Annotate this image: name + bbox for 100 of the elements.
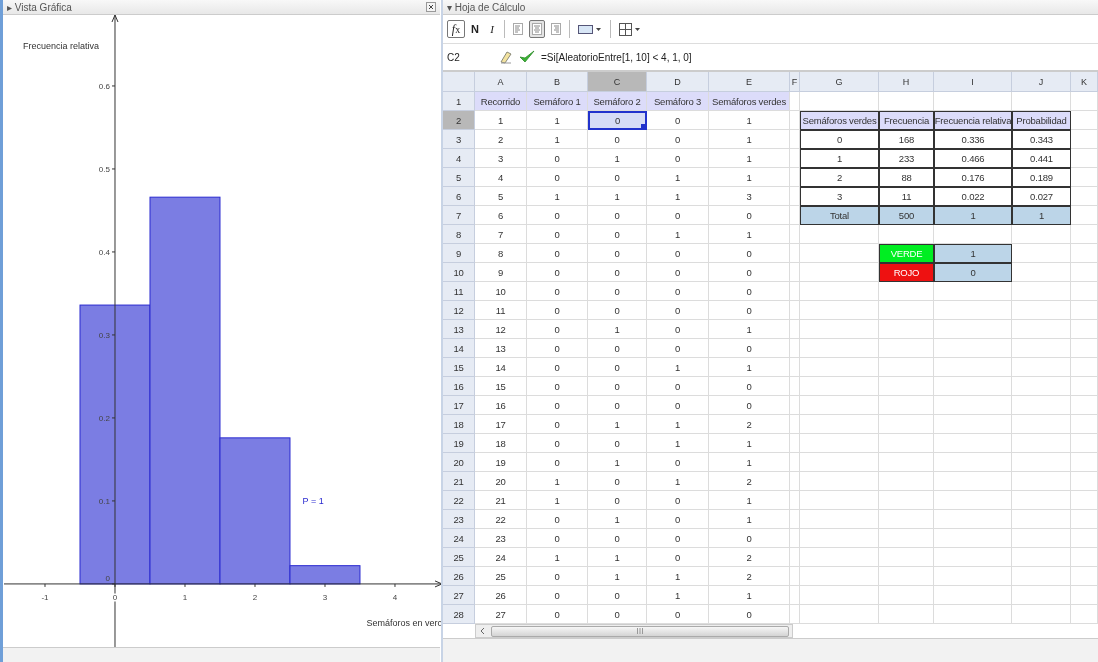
table-cell[interactable]: 0: [709, 377, 790, 396]
eraser-icon[interactable]: [499, 50, 513, 64]
column-header[interactable]: F: [790, 72, 800, 92]
table-cell[interactable]: 1: [800, 149, 879, 168]
table-cell[interactable]: 0.343: [1012, 130, 1071, 149]
row-header[interactable]: 19: [443, 434, 475, 453]
column-header[interactable]: C: [588, 72, 647, 92]
table-cell[interactable]: 0: [588, 529, 647, 548]
empty-cell[interactable]: [934, 434, 1012, 453]
empty-cell[interactable]: [1012, 472, 1071, 491]
table-cell[interactable]: 0: [527, 244, 588, 263]
table-cell[interactable]: 0: [527, 396, 588, 415]
row-header[interactable]: 8: [443, 225, 475, 244]
table-cell[interactable]: 0: [647, 491, 709, 510]
empty-cell[interactable]: [1012, 225, 1071, 244]
table-cell[interactable]: 10: [475, 282, 527, 301]
table-cell[interactable]: 0: [588, 358, 647, 377]
table-cell[interactable]: 0.441: [1012, 149, 1071, 168]
row-header[interactable]: 4: [443, 149, 475, 168]
table-cell[interactable]: 1: [647, 168, 709, 187]
table-cell[interactable]: 3: [709, 187, 790, 206]
empty-cell[interactable]: [934, 586, 1012, 605]
table-cell[interactable]: 1: [709, 225, 790, 244]
table-cell[interactable]: 1: [588, 548, 647, 567]
table-cell[interactable]: 0: [527, 377, 588, 396]
row-header[interactable]: 24: [443, 529, 475, 548]
table-cell[interactable]: 0.027: [1012, 187, 1071, 206]
empty-cell[interactable]: [1071, 377, 1098, 396]
table-cell[interactable]: 0: [588, 168, 647, 187]
empty-cell[interactable]: [800, 301, 879, 320]
empty-cell[interactable]: [790, 339, 800, 358]
table-cell[interactable]: 1: [647, 225, 709, 244]
empty-cell[interactable]: [800, 415, 879, 434]
table-cell[interactable]: 0.466: [934, 149, 1012, 168]
table-cell[interactable]: 1: [709, 434, 790, 453]
empty-cell[interactable]: [934, 567, 1012, 586]
empty-cell[interactable]: [790, 187, 800, 206]
row-header[interactable]: 23: [443, 510, 475, 529]
empty-cell[interactable]: [934, 415, 1012, 434]
table-cell[interactable]: 0: [647, 339, 709, 358]
column-header[interactable]: E: [709, 72, 790, 92]
empty-cell[interactable]: [1071, 358, 1098, 377]
table-cell[interactable]: 18: [475, 434, 527, 453]
row-header[interactable]: 13: [443, 320, 475, 339]
empty-cell[interactable]: [1071, 453, 1098, 472]
fill-handle[interactable]: [641, 124, 646, 129]
empty-cell[interactable]: [934, 301, 1012, 320]
table-cell[interactable]: 1: [527, 187, 588, 206]
table-cell[interactable]: 0: [588, 130, 647, 149]
table-cell[interactable]: Total: [800, 206, 879, 225]
table-cell[interactable]: 3: [800, 187, 879, 206]
empty-cell[interactable]: [1071, 187, 1098, 206]
table-cell[interactable]: 26: [475, 586, 527, 605]
row-header[interactable]: 22: [443, 491, 475, 510]
table-cell[interactable]: 1: [588, 149, 647, 168]
row-header[interactable]: 20: [443, 453, 475, 472]
table-cell[interactable]: 0: [527, 453, 588, 472]
table-cell[interactable]: 1: [527, 491, 588, 510]
table-cell[interactable]: 0: [709, 263, 790, 282]
table-cell[interactable]: 0: [647, 301, 709, 320]
table-cell[interactable]: 14: [475, 358, 527, 377]
empty-cell[interactable]: [800, 491, 879, 510]
table-cell[interactable]: 1: [527, 472, 588, 491]
table-cell[interactable]: 0: [709, 529, 790, 548]
align-center-button[interactable]: [529, 20, 545, 38]
table-cell[interactable]: 3: [475, 149, 527, 168]
empty-cell[interactable]: [879, 586, 934, 605]
empty-cell[interactable]: [1012, 415, 1071, 434]
table-cell[interactable]: 0: [647, 206, 709, 225]
row-header[interactable]: 26: [443, 567, 475, 586]
table-cell[interactable]: 1: [588, 453, 647, 472]
table-header-cell[interactable]: Semáforo 2: [588, 92, 647, 111]
empty-cell[interactable]: [934, 605, 1012, 624]
empty-cell[interactable]: [790, 586, 800, 605]
table-header-cell[interactable]: Semáforo 3: [647, 92, 709, 111]
empty-cell[interactable]: [1071, 282, 1098, 301]
table-cell[interactable]: 0: [709, 396, 790, 415]
table-cell[interactable]: 23: [475, 529, 527, 548]
empty-cell[interactable]: [790, 472, 800, 491]
empty-cell[interactable]: [1012, 301, 1071, 320]
table-cell[interactable]: 1: [709, 510, 790, 529]
table-cell[interactable]: 0: [647, 263, 709, 282]
empty-cell[interactable]: [934, 453, 1012, 472]
table-cell[interactable]: 1: [527, 548, 588, 567]
table-cell[interactable]: 1: [647, 415, 709, 434]
table-header-cell[interactable]: Semáforo 1: [527, 92, 588, 111]
table-cell[interactable]: 0: [647, 320, 709, 339]
empty-cell[interactable]: [1071, 339, 1098, 358]
table-cell[interactable]: 0: [527, 415, 588, 434]
table-cell[interactable]: 168: [879, 130, 934, 149]
table-cell[interactable]: 0: [588, 377, 647, 396]
table-cell[interactable]: 1: [527, 130, 588, 149]
row-header[interactable]: 3: [443, 130, 475, 149]
table-cell[interactable]: 500: [879, 206, 934, 225]
empty-cell[interactable]: [800, 434, 879, 453]
table-cell[interactable]: 1: [588, 567, 647, 586]
row-header[interactable]: 2: [443, 111, 475, 130]
row-header[interactable]: 9: [443, 244, 475, 263]
row-header[interactable]: 28: [443, 605, 475, 624]
row-header[interactable]: 15: [443, 358, 475, 377]
